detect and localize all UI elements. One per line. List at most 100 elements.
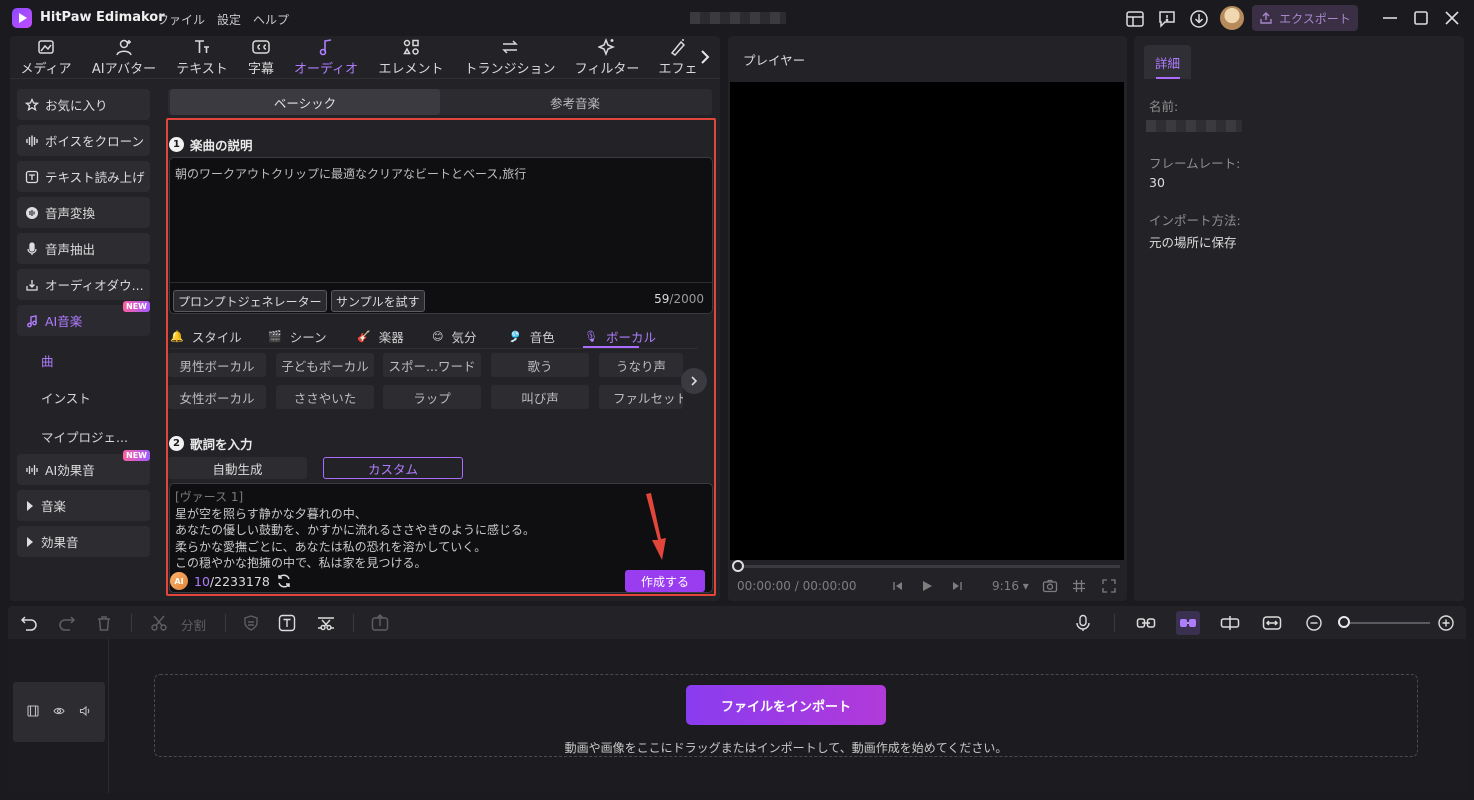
sidebar-item-audio-download[interactable]: オーディオダウ... xyxy=(17,269,150,300)
user-avatar[interactable] xyxy=(1220,6,1244,30)
sidebar-item-sfx[interactable]: 効果音 xyxy=(17,526,150,557)
auto-generate-button[interactable]: 自動生成 xyxy=(168,457,307,479)
refresh-icon[interactable] xyxy=(276,573,292,589)
element-icon xyxy=(403,39,419,55)
scissors-icon[interactable] xyxy=(150,614,168,632)
custom-button[interactable]: カスタム xyxy=(323,457,463,479)
sidebar-sub-instrumental[interactable]: インスト xyxy=(41,388,91,407)
video-preview[interactable] xyxy=(730,82,1124,560)
delete-icon[interactable] xyxy=(95,614,113,632)
minimize-icon[interactable] xyxy=(1380,8,1400,28)
tab-reference-music[interactable]: 参考音楽 xyxy=(440,89,710,115)
chip-falsetto[interactable]: ファルセット xyxy=(599,385,683,409)
chip-scream[interactable]: 叫び声 xyxy=(491,385,589,409)
layout-icon[interactable] xyxy=(1125,9,1145,29)
chip-growl[interactable]: うなり声 xyxy=(599,353,683,377)
chip-whisper[interactable]: ささやいた xyxy=(276,385,374,409)
export-icon xyxy=(1260,12,1272,24)
snapshot-icon[interactable] xyxy=(1042,579,1058,593)
zoom-out-icon[interactable] xyxy=(1305,614,1323,632)
sidebar-item-voice-change[interactable]: 音声変換 xyxy=(17,197,150,228)
voice-clone-icon xyxy=(26,135,38,146)
create-button[interactable]: 作成する xyxy=(625,570,705,592)
menu-settings[interactable]: 設定 xyxy=(217,11,241,28)
split-track-icon[interactable] xyxy=(1220,614,1240,632)
tab-media[interactable]: メディア xyxy=(18,36,74,80)
scrub-bar[interactable] xyxy=(736,565,1120,568)
sidebar-item-music[interactable]: 音楽 xyxy=(17,490,150,521)
category-mood[interactable]: 😊 気分 xyxy=(432,327,476,346)
sidebar-item-favorites[interactable]: お気に入り xyxy=(17,89,150,120)
try-sample-button[interactable]: サンプルを試す xyxy=(331,290,425,312)
next-frame-icon[interactable] xyxy=(950,579,964,593)
tab-subtitle-label: 字幕 xyxy=(247,62,274,77)
trim-icon[interactable] xyxy=(316,614,336,632)
tab-filter[interactable]: フィルター xyxy=(572,36,642,80)
feedback-icon[interactable] xyxy=(1157,9,1177,29)
aspect-ratio-select[interactable]: 9:16 ▾ xyxy=(992,579,1029,593)
tab-basic[interactable]: ベーシック xyxy=(170,89,440,115)
export-button[interactable]: エクスポート xyxy=(1252,5,1358,31)
chip-male-vocal[interactable]: 男性ボーカル xyxy=(168,353,266,377)
magnet-snap-icon[interactable] xyxy=(1176,611,1200,635)
sidebar-sub-my-projects[interactable]: マイプロジェ... xyxy=(41,427,128,446)
split-label[interactable]: 分割 xyxy=(181,615,206,634)
zoom-slider-handle[interactable] xyxy=(1338,616,1350,628)
tab-details[interactable]: 詳細 xyxy=(1144,45,1191,79)
scrub-handle[interactable] xyxy=(732,560,744,572)
zoom-slider[interactable] xyxy=(1338,622,1430,624)
category-tone[interactable]: 🎐 音色 xyxy=(508,327,555,346)
track-film-icon[interactable] xyxy=(27,705,39,717)
chip-female-vocal[interactable]: 女性ボーカル xyxy=(168,385,266,409)
sidebar-item-extract[interactable]: 音声抽出 xyxy=(17,233,150,264)
export-clip-icon[interactable] xyxy=(371,614,389,632)
sidebar-sub-song[interactable]: 曲 xyxy=(41,351,54,370)
close-icon[interactable] xyxy=(1442,8,1462,28)
grid-icon[interactable] xyxy=(1072,579,1086,593)
chips-next-button[interactable] xyxy=(681,368,707,394)
link-icon[interactable] xyxy=(1136,614,1156,632)
redo-icon[interactable] xyxy=(58,614,76,632)
chip-child-vocal[interactable]: 子どもボーカル xyxy=(276,353,374,377)
undo-icon[interactable] xyxy=(20,614,38,632)
menu-file[interactable]: ファイル xyxy=(157,11,205,28)
tabs-divider xyxy=(10,78,720,79)
sidebar-item-voice-clone[interactable]: ボイスをクローン xyxy=(17,125,150,156)
fit-width-icon[interactable] xyxy=(1262,614,1282,632)
track-speaker-icon[interactable] xyxy=(79,705,91,717)
maximize-icon[interactable] xyxy=(1411,8,1431,28)
track-eye-icon[interactable] xyxy=(53,705,65,717)
chip-sing[interactable]: 歌う xyxy=(491,353,589,377)
prompt-generator-button[interactable]: プロンプトジェネレーター xyxy=(173,290,327,312)
tab-ai-avatar[interactable]: AIアバター xyxy=(88,36,160,80)
tab-transition[interactable]: トランジション xyxy=(462,36,558,80)
tabs-next-icon[interactable] xyxy=(698,48,712,66)
category-scene[interactable]: 🎬 シーン xyxy=(268,327,327,346)
tab-subtitle[interactable]: 字幕 xyxy=(244,36,278,80)
chip-rap[interactable]: ラップ xyxy=(383,385,481,409)
tab-text[interactable]: テキスト xyxy=(174,36,230,80)
sidebar-item-tts[interactable]: テキスト読み上げ xyxy=(17,161,150,192)
tab-audio[interactable]: オーディオ xyxy=(292,36,360,80)
prev-frame-icon[interactable] xyxy=(891,579,905,593)
import-file-button[interactable]: ファイルをインポート xyxy=(686,685,886,725)
category-vocal[interactable]: 🎙 ボーカル xyxy=(584,327,656,346)
chip-spoken-word[interactable]: スポー...ワード xyxy=(383,353,481,377)
sidebar-item-ai-music[interactable]: AI音楽 NEW xyxy=(17,301,150,336)
sidebar-item-ai-sfx[interactable]: AI効果音 NEW xyxy=(17,450,150,485)
tab-element[interactable]: エレメント xyxy=(376,36,446,80)
tab-effect[interactable]: エフェ xyxy=(656,36,700,80)
download-icon[interactable] xyxy=(1189,9,1209,29)
sidebar-item-label: 音楽 xyxy=(41,499,67,514)
record-mic-icon[interactable] xyxy=(1074,614,1092,632)
play-icon[interactable] xyxy=(920,579,934,593)
zoom-in-icon[interactable] xyxy=(1437,614,1455,632)
toolbar-separator xyxy=(353,614,354,632)
category-instrument[interactable]: 🎸 楽器 xyxy=(357,327,404,346)
track-header xyxy=(13,682,105,742)
shield-icon[interactable] xyxy=(242,614,260,632)
menu-help[interactable]: ヘルプ xyxy=(253,11,289,28)
fullscreen-icon[interactable] xyxy=(1102,579,1116,593)
category-style[interactable]: 🔔 スタイル xyxy=(170,327,242,346)
text-box-icon[interactable] xyxy=(278,614,296,632)
